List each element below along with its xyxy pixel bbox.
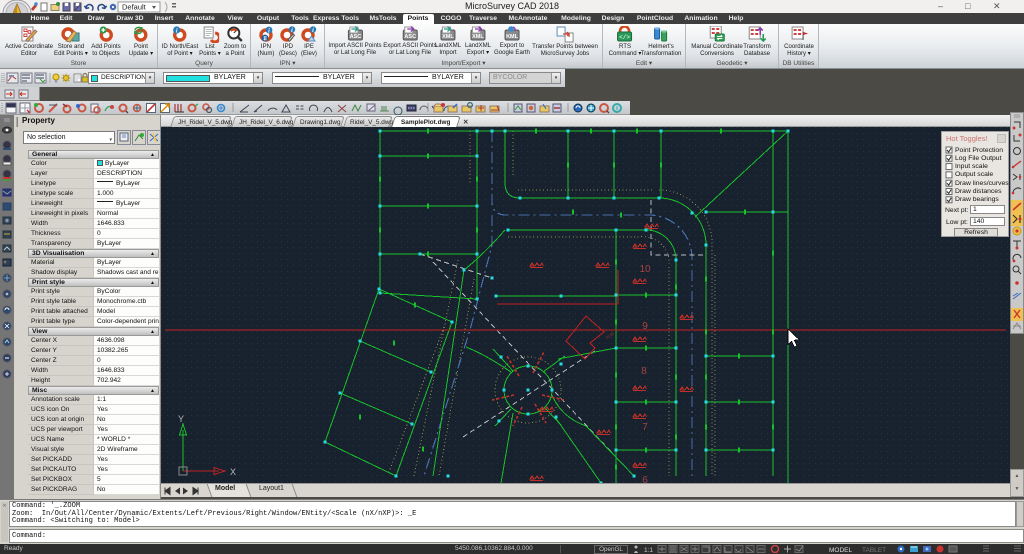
- svg-text:1:1: 1:1: [644, 547, 653, 553]
- svg-text:7: 7: [642, 422, 648, 433]
- svg-text:MODEL: MODEL: [829, 547, 853, 553]
- svg-text:Y: Y: [178, 414, 184, 424]
- svg-text:KML: KML: [506, 34, 519, 40]
- svg-text:10: 10: [639, 264, 651, 275]
- svg-text:X: X: [230, 467, 236, 477]
- svg-text:6: 6: [642, 475, 648, 483]
- svg-text:TABLET: TABLET: [862, 547, 886, 553]
- svg-text:Default: Default: [122, 3, 147, 12]
- svg-text:9: 9: [642, 321, 648, 332]
- svg-text:</>: </>: [620, 34, 631, 41]
- svg-text:8: 8: [641, 366, 647, 377]
